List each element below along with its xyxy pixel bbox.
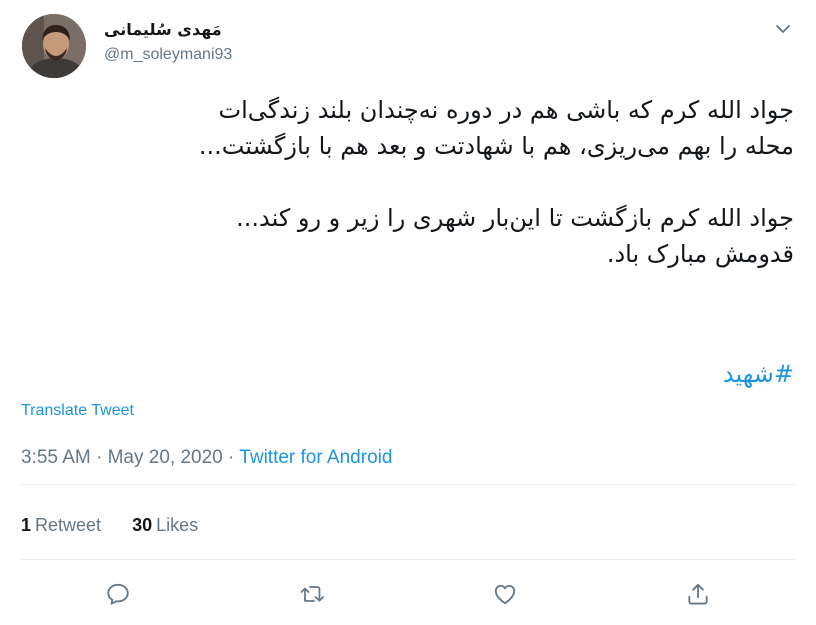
avatar[interactable]: [22, 14, 86, 78]
hashtag-link[interactable]: #شهید: [723, 356, 794, 392]
divider: [21, 484, 795, 485]
author-block: مَهدی سُلیمانی @m_soleymani93: [104, 18, 232, 66]
display-name[interactable]: مَهدی سُلیمانی: [104, 18, 232, 42]
username[interactable]: @m_soleymani93: [104, 44, 232, 66]
tweet-meta: 3:55 AM · May 20, 2020 · Twitter for And…: [21, 447, 392, 469]
translate-tweet-link[interactable]: Translate Tweet: [21, 402, 134, 420]
tweet-text-line: محله را بهم می‌ریزی، هم با شهادتت و بعد …: [198, 132, 794, 160]
retweets-count: 1: [21, 515, 32, 535]
meta-separator: ·: [228, 447, 235, 468]
retweet-icon[interactable]: [296, 578, 328, 610]
reply-icon[interactable]: [102, 578, 134, 610]
likes-count: 30: [132, 515, 153, 535]
likes-stat[interactable]: 30 Likes: [132, 515, 198, 535]
tweet-text-line: قدومش مبارک باد.: [606, 240, 794, 268]
heart-icon[interactable]: [489, 578, 521, 610]
share-icon[interactable]: [682, 578, 714, 610]
tweet-text: جواد الله کرم که باشی هم در دوره نه‌چندا…: [40, 92, 794, 272]
avatar-image: [22, 14, 86, 78]
chevron-down-icon[interactable]: [774, 20, 792, 38]
tweet-time[interactable]: 3:55 AM: [21, 447, 91, 468]
retweets-stat[interactable]: 1 Retweet: [21, 515, 101, 535]
divider: [21, 559, 795, 560]
meta-separator: ·: [96, 447, 103, 468]
tweet-text-line: جواد الله کرم بازگشت تا این‌بار شهری را …: [236, 204, 794, 232]
action-bar: [0, 578, 816, 610]
source-link[interactable]: Twitter for Android: [239, 447, 392, 468]
tweet-stats: 1 Retweet 30 Likes: [21, 515, 224, 536]
tweet-date[interactable]: May 20, 2020: [108, 447, 223, 468]
tweet-card: مَهدی سُلیمانی @m_soleymani93 جواد الله …: [0, 0, 816, 625]
tweet-text-line: جواد الله کرم که باشی هم در دوره نه‌چندا…: [218, 96, 794, 124]
likes-label: Likes: [156, 515, 199, 535]
retweets-label: Retweet: [35, 515, 102, 535]
